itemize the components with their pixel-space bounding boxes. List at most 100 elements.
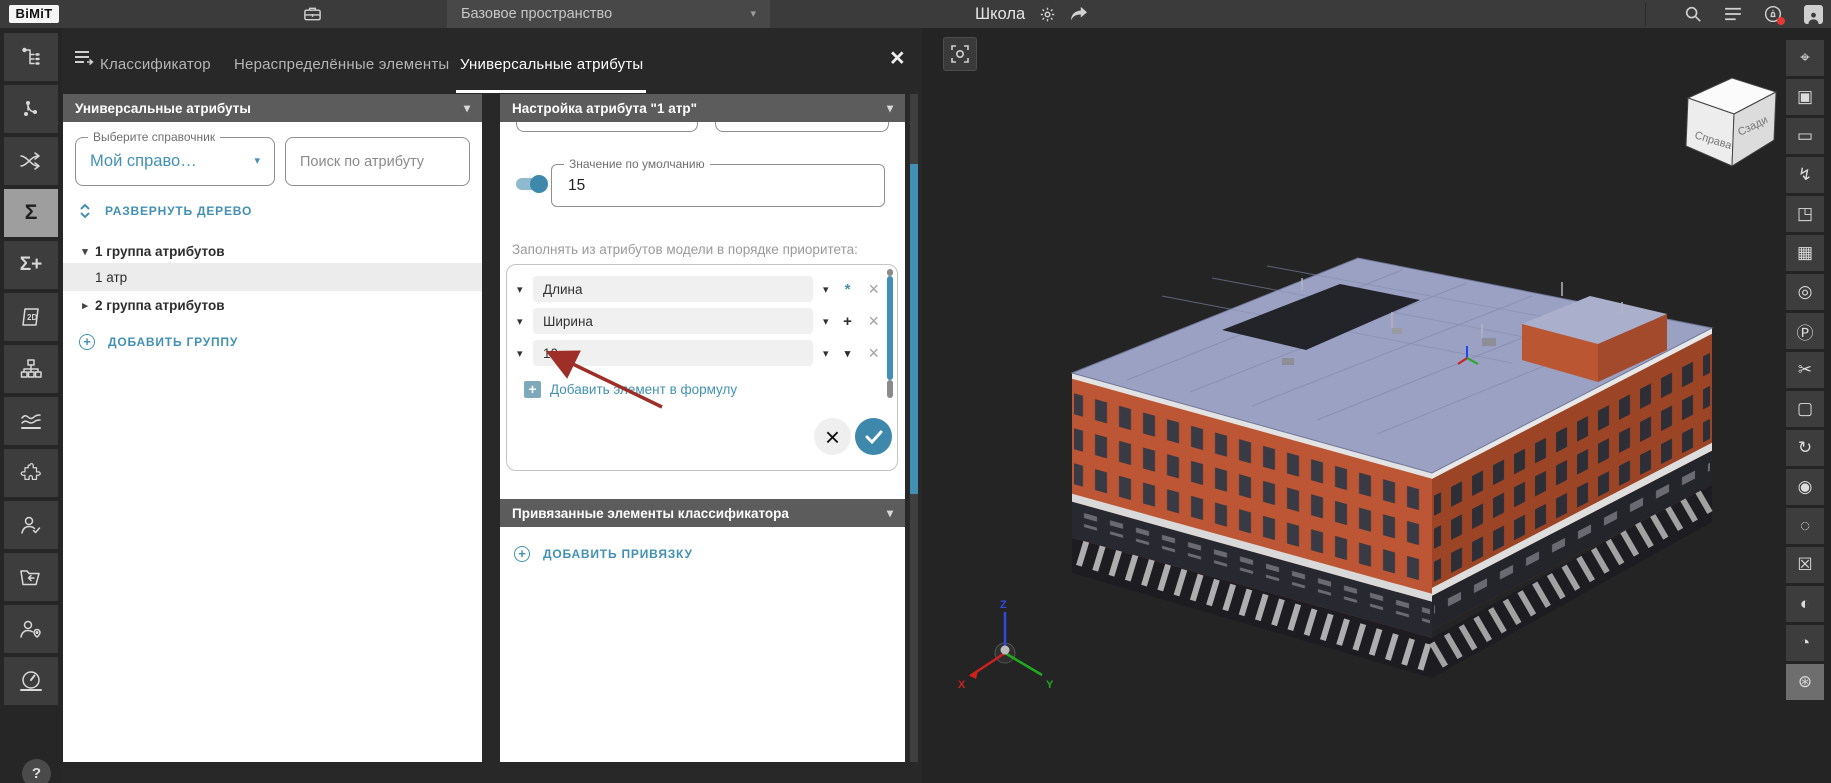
operator-select[interactable]: +	[835, 313, 861, 330]
add-element-label[interactable]: Добавить элемент в формулу	[550, 382, 737, 397]
clipped-input-1[interactable]	[516, 122, 698, 132]
ruler-icon[interactable]: ▭	[1786, 118, 1824, 154]
tree-group-2[interactable]: ▸ 2 группа атрибутов	[63, 291, 482, 319]
chevron-down-icon[interactable]: ▾	[517, 283, 533, 296]
list-remove-icon[interactable]: ☒	[1786, 547, 1824, 583]
formula-attribute-input[interactable]: Ширина	[533, 308, 813, 334]
chevron-down-icon: ▾	[887, 507, 893, 519]
chevron-right-icon[interactable]: ▸	[75, 299, 95, 312]
list-icon[interactable]	[1724, 7, 1742, 21]
bound-elements-header[interactable]: Привязанные элементы классификатора ▾	[500, 499, 905, 527]
default-value-toggle[interactable]	[516, 178, 546, 190]
attributes-add-icon[interactable]: Σ+	[4, 241, 58, 289]
user-location-icon[interactable]	[4, 605, 58, 653]
attribute-search[interactable]: Поиск по атрибуту	[285, 137, 470, 186]
panel-scrollbar[interactable]	[910, 94, 918, 762]
notification-dot	[1777, 17, 1785, 25]
structure-icon[interactable]	[4, 345, 58, 393]
chevron-down-icon[interactable]: ▾	[517, 347, 533, 360]
tab-universal-attributes[interactable]: Универсальные атрибуты	[460, 56, 643, 73]
chevron-down-icon[interactable]: ▾	[517, 315, 533, 328]
axis-gizmo[interactable]: X Y Z	[950, 598, 1060, 708]
remove-row-icon[interactable]: ×	[869, 312, 880, 330]
chevron-down-icon[interactable]: ▾	[823, 347, 829, 360]
panel-scrollbar-thumb[interactable]	[910, 164, 918, 494]
dependencies-icon[interactable]	[4, 85, 58, 133]
formula-attribute-input[interactable]: Длина	[533, 276, 813, 302]
navigation-cube[interactable]: Справа Сзади	[1674, 66, 1789, 171]
parking-icon[interactable]: Ⓟ	[1786, 313, 1824, 349]
add-group-button[interactable]: + ДОБАВИТЬ ГРУППУ	[79, 334, 238, 350]
workspace-selector[interactable]: Базовое пространство ▾	[447, 0, 770, 28]
tab-classifier[interactable]: Классификатор	[100, 56, 211, 73]
default-value-field[interactable]: Значение по умолчанию 15	[551, 164, 885, 207]
formula-row: ▾ Ширина ▾ + ×	[517, 308, 879, 334]
export-folder-icon[interactable]	[4, 553, 58, 601]
chevron-down-icon: ▾	[464, 102, 470, 114]
inner-scrollbar[interactable]	[887, 380, 893, 398]
model-tree-icon[interactable]	[4, 33, 58, 81]
account-icon[interactable]	[1804, 5, 1823, 24]
plugins-icon[interactable]	[4, 449, 58, 497]
formula-row: ▾ 10 ▾ ▾ ×	[517, 340, 879, 366]
visibility-alt-icon[interactable]: ◌	[1786, 508, 1824, 544]
add-binding-button[interactable]: + ДОБАВИТЬ ПРИВЯЗКУ	[514, 546, 693, 562]
visibility-icon[interactable]: ◉	[1786, 469, 1824, 505]
close-icon[interactable]: ×	[890, 46, 905, 71]
universal-attributes-icon[interactable]: Σ	[4, 189, 58, 237]
tree-attr-1[interactable]: 1 атр	[63, 263, 482, 291]
operator-select[interactable]: ▾	[835, 347, 861, 360]
bound-elements-title: Привязанные элементы классификатора	[512, 506, 789, 521]
rotate-icon[interactable]: ↻	[1786, 430, 1824, 466]
inner-scrollbar[interactable]	[887, 269, 893, 276]
operator-select[interactable]: *	[835, 281, 861, 298]
briefcase-icon[interactable]	[303, 5, 322, 23]
bell-icon[interactable]	[1764, 5, 1782, 23]
locate-icon[interactable]: ◎	[1786, 274, 1824, 310]
charts-icon[interactable]	[4, 397, 58, 445]
inner-scrollbar-thumb[interactable]	[887, 276, 893, 380]
view-2d-icon[interactable]: 2D	[4, 293, 58, 341]
reference-select[interactable]: Выберите справочник Мой справо… ▾	[75, 137, 275, 186]
viewport-3d[interactable]: Справа Сзади ⌖ ▣ ▭ ↯ ◳ ▦ ◎ Ⓟ ✂ ▢ ↻ ◉ ◌ ☒…	[922, 28, 1831, 783]
chevron-down-icon[interactable]: ▾	[823, 315, 829, 328]
focus-selection-button[interactable]	[943, 37, 977, 71]
pan-icon[interactable]: ⌖	[1786, 40, 1824, 76]
project-area: Школа	[975, 0, 1088, 28]
clipped-input-2[interactable]	[715, 122, 889, 132]
selection-icon[interactable]: ▣	[1786, 79, 1824, 115]
dashboard-icon[interactable]	[4, 657, 58, 705]
collapse-panel-icon[interactable]	[74, 50, 94, 71]
help-button[interactable]: ?	[22, 759, 51, 783]
attributes-panel-header[interactable]: Универсальные атрибуты ▾	[63, 94, 482, 122]
gauge-icon[interactable]: ◔	[1786, 625, 1824, 661]
expand-tree-button[interactable]: РАЗВЕРНУТЬ ДЕРЕВО	[79, 203, 252, 219]
share-icon[interactable]	[1070, 6, 1088, 22]
connections-icon[interactable]	[4, 137, 58, 185]
remove-row-icon[interactable]: ×	[869, 280, 880, 298]
lightning-icon[interactable]: ↯	[1786, 157, 1824, 193]
search-input[interactable]: Поиск по атрибуту	[300, 154, 424, 170]
tab-unallocated[interactable]: Нераспределённые элементы	[234, 56, 449, 73]
tree-group-1[interactable]: ▾ 1 группа атрибутов	[63, 237, 482, 265]
gear-icon[interactable]	[1039, 6, 1056, 23]
nav-wheel-icon[interactable]: ⊛	[1786, 664, 1824, 700]
add-element-button[interactable]: +	[524, 381, 541, 398]
remove-row-icon[interactable]: ×	[869, 344, 880, 362]
section-box-icon[interactable]: ▢	[1786, 391, 1824, 427]
chevron-down-icon[interactable]: ▾	[75, 245, 95, 258]
grid-icon[interactable]: ▦	[1786, 235, 1824, 271]
cut-icon[interactable]: ✂	[1786, 352, 1824, 388]
formula-attribute-input[interactable]: 10	[533, 340, 813, 366]
cancel-button[interactable]: ×	[814, 418, 851, 455]
shield-icon[interactable]: ◐	[1786, 586, 1824, 622]
priority-label: Заполнять из атрибутов модели в порядке …	[512, 242, 858, 257]
plus-circle-icon: +	[79, 334, 95, 350]
default-value-input[interactable]: 15	[568, 177, 585, 195]
user-check-icon[interactable]	[4, 501, 58, 549]
chevron-down-icon[interactable]: ▾	[823, 283, 829, 296]
search-icon[interactable]	[1684, 5, 1702, 23]
settings-panel-header[interactable]: Настройка атрибута "1 атр" ▾	[500, 94, 905, 122]
section-cube-icon[interactable]: ◳	[1786, 196, 1824, 232]
confirm-button[interactable]	[855, 418, 892, 455]
